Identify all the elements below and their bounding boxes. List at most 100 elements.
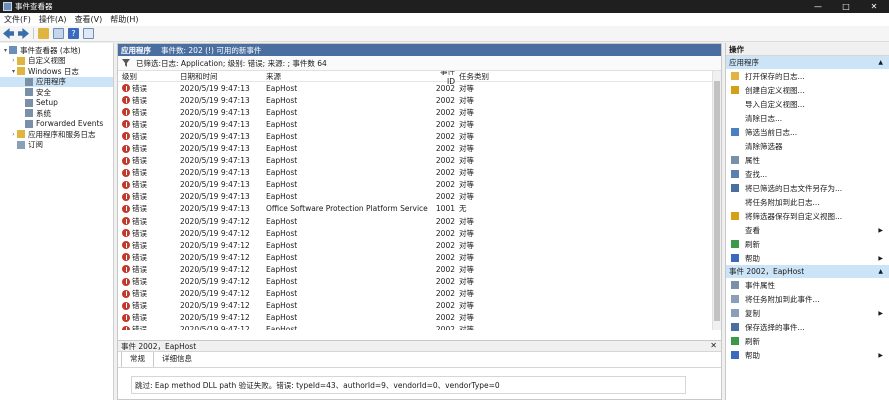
expand-arrow-icon[interactable]: › — [10, 131, 17, 138]
tree-node[interactable]: 安全 — [0, 87, 113, 98]
action-item-label: 查看 — [745, 225, 760, 235]
action-item[interactable]: 筛选当前日志... — [726, 125, 889, 139]
menu-help[interactable]: 帮助(H) — [110, 14, 138, 25]
tree-node[interactable]: ▾ Windows 日志 — [0, 66, 113, 77]
table-row[interactable]: 错误 2020/5/19 9:47:12 EapHost 2002 对等 — [118, 215, 721, 227]
collapse-arrow-icon[interactable]: ▲ — [878, 268, 883, 275]
column-date-time[interactable]: 日期和时间 — [180, 71, 266, 82]
expand-arrow-icon[interactable]: ▾ — [10, 68, 17, 75]
table-row[interactable]: 错误 2020/5/19 9:47:12 EapHost 2002 对等 — [118, 288, 721, 300]
collapse-arrow-icon[interactable]: ▲ — [878, 59, 883, 66]
table-row[interactable]: 错误 2020/5/19 9:47:12 EapHost 2002 对等 — [118, 312, 721, 324]
cell-source: EapHost — [266, 144, 298, 154]
action-item[interactable]: 刷新 — [726, 237, 889, 251]
tab-general[interactable]: 常规 — [121, 351, 154, 367]
action-item[interactable]: 属性 — [726, 153, 889, 167]
expand-arrow-icon[interactable]: › — [10, 57, 17, 64]
actions-section-log[interactable]: 应用程序 ▲ — [726, 56, 889, 69]
table-row[interactable]: 错误 2020/5/19 9:47:13 EapHost 2002 对等 — [118, 179, 721, 191]
action-item[interactable]: 事件属性 — [726, 278, 889, 292]
cell-date-time: 2020/5/19 9:47:12 — [180, 289, 250, 299]
cell-level-text: 错误 — [132, 325, 147, 330]
tree-node[interactable]: ▾ 事件查看器 (本地) — [0, 45, 113, 56]
action-item-label: 清除筛选器 — [745, 141, 783, 151]
event-actions-list: 事件属性 将任务附加到此事件... 复制 ▶ 保存选择的事件... 刷新 帮助 ▶ — [726, 278, 889, 362]
action-item[interactable]: 打开保存的日志... — [726, 69, 889, 83]
table-row[interactable]: 错误 2020/5/19 9:47:13 EapHost 2002 对等 — [118, 118, 721, 130]
action-item[interactable]: 帮助 ▶ — [726, 348, 889, 362]
tree-node[interactable]: Forwarded Events — [0, 119, 113, 130]
table-row[interactable]: 错误 2020/5/19 9:47:13 EapHost 2002 对等 — [118, 106, 721, 118]
column-level[interactable]: 级别 — [118, 71, 180, 82]
tree-node-icon — [9, 46, 17, 55]
forward-arrow-icon[interactable] — [18, 28, 29, 39]
tab-details[interactable]: 详细信息 — [154, 352, 200, 367]
action-item[interactable]: 刷新 — [726, 334, 889, 348]
event-grid-scrollbar[interactable] — [712, 71, 721, 330]
scrollbar-thumb[interactable] — [714, 81, 720, 321]
tree-node[interactable]: 应用程序 — [0, 76, 113, 87]
cell-level: 错误 — [118, 228, 180, 239]
table-row[interactable]: 错误 2020/5/19 9:47:13 EapHost 2002 对等 — [118, 142, 721, 154]
table-row[interactable]: 错误 2020/5/19 9:47:12 EapHost 2002 对等 — [118, 300, 721, 312]
cell-task-category: 对等 — [459, 192, 474, 202]
table-row[interactable]: 错误 2020/5/19 9:47:13 EapHost 2002 对等 — [118, 130, 721, 142]
menu-view[interactable]: 查看(V) — [75, 14, 103, 25]
action-item[interactable]: 清除日志... — [726, 111, 889, 125]
action-item[interactable]: 导入自定义视图... — [726, 97, 889, 111]
close-button[interactable]: ✕ — [860, 0, 888, 13]
back-arrow-icon[interactable] — [3, 28, 14, 39]
action-item[interactable]: 帮助 ▶ — [726, 251, 889, 265]
cell-event-id: 2002 — [435, 313, 455, 323]
show-hide-tree-icon[interactable] — [53, 28, 64, 39]
table-row[interactable]: 错误 2020/5/19 9:47:12 EapHost 2002 对等 — [118, 227, 721, 239]
minimize-button[interactable]: — — [804, 0, 832, 13]
actions-section-event[interactable]: 事件 2002，EapHost ▲ — [726, 265, 889, 278]
table-row[interactable]: 错误 2020/5/19 9:47:13 EapHost 2002 对等 — [118, 94, 721, 106]
action-item[interactable]: 保存选择的事件... — [726, 320, 889, 334]
table-row[interactable]: 错误 2020/5/19 9:47:12 EapHost 2002 对等 — [118, 251, 721, 263]
table-row[interactable]: 错误 2020/5/19 9:47:13 EapHost 2002 对等 — [118, 82, 721, 94]
detail-close-icon[interactable]: ✕ — [710, 341, 717, 350]
expand-arrow-icon[interactable]: ▾ — [2, 47, 9, 54]
tree-node[interactable]: 订阅 — [0, 140, 113, 151]
table-row[interactable]: 错误 2020/5/19 9:47:13 EapHost 2002 对等 — [118, 167, 721, 179]
tree-node[interactable]: › 应用程序和服务日志 — [0, 129, 113, 140]
submenu-arrow-icon: ▶ — [878, 254, 883, 262]
column-source[interactable]: 来源 — [266, 71, 432, 82]
cell-level: 错误 — [118, 95, 180, 106]
tree-node[interactable]: 系统 — [0, 108, 113, 119]
table-row[interactable]: 错误 2020/5/19 9:47:13 Office Software Prote… — [118, 203, 721, 215]
table-row[interactable]: 错误 2020/5/19 9:47:12 EapHost 2002 对等 — [118, 263, 721, 275]
action-item[interactable]: 将已筛选的日志文件另存为... — [726, 181, 889, 195]
table-row[interactable]: 错误 2020/5/19 9:47:12 EapHost 2002 对等 — [118, 276, 721, 288]
table-row[interactable]: 错误 2020/5/19 9:47:12 EapHost 2002 对等 — [118, 324, 721, 330]
action-item[interactable]: 将任务附加到此事件... — [726, 292, 889, 306]
menu-action[interactable]: 操作(A) — [39, 14, 67, 25]
action-item[interactable]: 将筛选器保存到自定义视图... — [726, 209, 889, 223]
table-row[interactable]: 错误 2020/5/19 9:47:13 EapHost 2002 对等 — [118, 191, 721, 203]
filter-bar: 已筛选:日志: Application; 级别: 错误; 来源: ; 事件数 6… — [118, 56, 721, 71]
table-row[interactable]: 错误 2020/5/19 9:47:12 EapHost 2002 对等 — [118, 239, 721, 251]
action-item[interactable]: 查看 ▶ — [726, 223, 889, 237]
up-folder-icon[interactable] — [38, 28, 49, 39]
table-row[interactable]: 错误 2020/5/19 9:47:13 EapHost 2002 对等 — [118, 155, 721, 167]
error-icon — [122, 132, 130, 141]
show-hide-action-pane-icon[interactable] — [83, 28, 94, 39]
menu-file[interactable]: 文件(F) — [4, 14, 31, 25]
maximize-button[interactable]: □ — [832, 0, 860, 13]
cell-level-text: 错误 — [132, 95, 147, 105]
tree-node[interactable]: › 自定义视图 — [0, 56, 113, 67]
action-item[interactable]: 查找... — [726, 167, 889, 181]
action-item-label: 刷新 — [745, 239, 760, 249]
cell-event-id: 2002 — [435, 131, 455, 141]
column-task-category[interactable]: 任务类别 — [459, 71, 519, 82]
action-item[interactable]: 清除筛选器 — [726, 139, 889, 153]
toolbar-separator — [33, 28, 34, 39]
tree-node[interactable]: Setup — [0, 98, 113, 109]
action-item[interactable]: 复制 ▶ — [726, 306, 889, 320]
help-icon[interactable]: ? — [68, 28, 79, 39]
action-item[interactable]: 创建自定义视图... — [726, 83, 889, 97]
cell-level: 错误 — [118, 131, 180, 142]
action-item[interactable]: 将任务附加到此日志... — [726, 195, 889, 209]
